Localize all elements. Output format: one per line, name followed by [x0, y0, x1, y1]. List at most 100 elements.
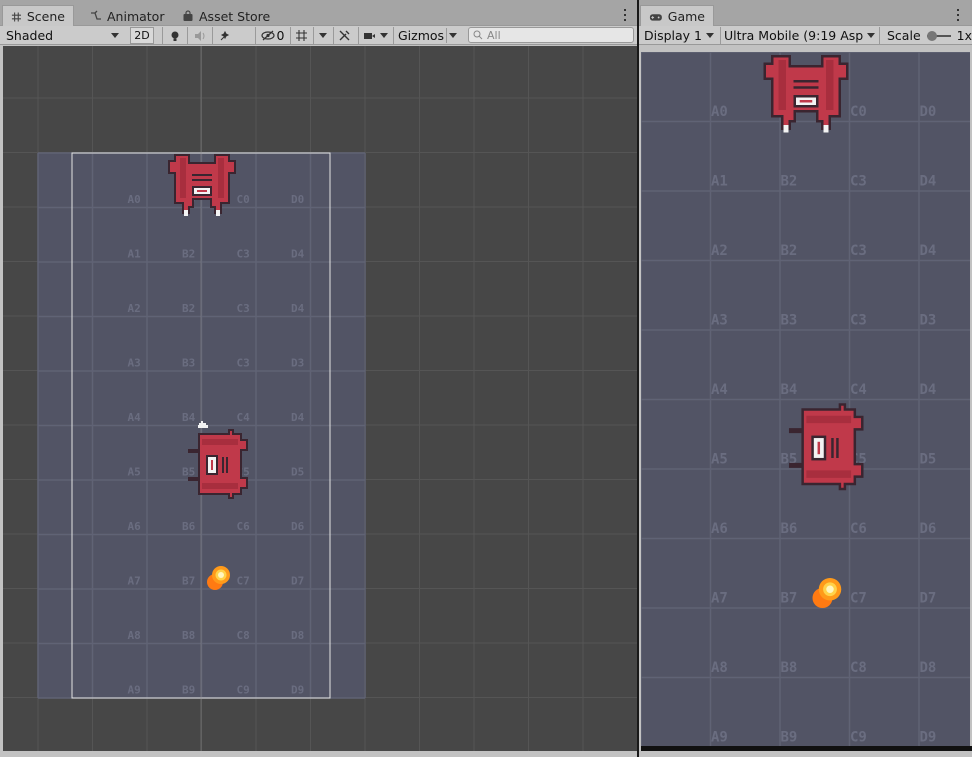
- grid-cell-label: C3: [850, 243, 867, 259]
- effects-dropdown[interactable]: [212, 27, 238, 44]
- grid-cell-label: D4: [920, 243, 937, 259]
- grid-cell-label: D5: [920, 452, 937, 468]
- grid-cell-label: B2: [781, 174, 798, 190]
- grid-cell-label: C7: [237, 575, 250, 588]
- player-ship-sprite[interactable]: [184, 429, 250, 501]
- grid-cell-label: D4: [920, 382, 937, 398]
- game-panel-menu-icon[interactable]: [956, 9, 960, 21]
- grid-cell-label: C3: [237, 357, 250, 370]
- grid-cell-label: C8: [850, 660, 867, 676]
- scene-panel: Scene Animator Asset Store Shaded 2D 0 G…: [0, 0, 637, 757]
- grid-cell-label: C3: [850, 174, 867, 190]
- grid-cell-label: A5: [711, 452, 728, 468]
- camera-icon: [364, 32, 375, 39]
- grid-cell-label: B3: [781, 313, 798, 329]
- game-panel: Game Display 1 Ultra Mobile (9:19 Aspect…: [639, 0, 972, 757]
- grid-cell-label: C4: [237, 411, 251, 424]
- effects-icon: [220, 30, 230, 40]
- grid-cell-label: A8: [128, 629, 141, 642]
- grid-cell-label: D6: [291, 520, 305, 533]
- grid-cell-label: A2: [711, 243, 728, 259]
- tab-asset-store-label: Asset Store: [199, 8, 271, 24]
- scale-value: 1x: [956, 28, 972, 43]
- grid-cell-label: C9: [237, 684, 250, 697]
- grid-cell-label: C3: [237, 248, 250, 261]
- enemy-ship-sprite: [763, 55, 849, 133]
- grid-cell-label: A6: [128, 520, 142, 533]
- tab-game[interactable]: Game: [640, 5, 714, 27]
- grid-cell-label: D7: [291, 575, 304, 588]
- grid-cell-label: B4: [182, 411, 196, 424]
- gizmos-label: Gizmos: [398, 28, 445, 43]
- grid-snap-icon: [296, 30, 307, 41]
- grid-cell-label: A8: [711, 660, 728, 676]
- gizmos-dropdown[interactable]: Gizmos: [393, 27, 460, 44]
- tab-scene-label: Scene: [26, 9, 65, 24]
- tab-scene[interactable]: Scene: [2, 5, 74, 27]
- draw-mode-label: Shaded: [6, 28, 54, 43]
- grid-cell-label: A1: [711, 174, 728, 190]
- display-label: Display 1: [644, 28, 703, 43]
- game-viewport[interactable]: A0B0C0D0A1B2C3D4A2B2C3D4A3B3C3D3A4B4C4D4…: [641, 52, 970, 746]
- draw-mode-dropdown[interactable]: Shaded: [0, 27, 125, 44]
- game-tabbar: Game: [639, 0, 972, 27]
- lighting-toggle-button[interactable]: [162, 27, 186, 44]
- grid-cell-label: A1: [128, 248, 142, 261]
- grid-cell-label: D4: [291, 411, 305, 424]
- animator-icon: [91, 10, 101, 20]
- grid-cell-label: B2: [781, 243, 798, 259]
- grid-snap-button[interactable]: [290, 27, 312, 44]
- audio-toggle-button[interactable]: [187, 27, 211, 44]
- wrench-icon: [339, 30, 350, 41]
- scene-grid: A0B0C0D0A1B2C3D4A2B2C3D4A3B3C3D3A4B4C4D4…: [3, 46, 637, 751]
- grid-icon: [11, 11, 21, 22]
- smoke-particle: [198, 421, 208, 428]
- hidden-eye-icon: [260, 30, 275, 41]
- grid-cell-label: B8: [182, 629, 195, 642]
- aspect-label: Ultra Mobile (9:19 Aspect): [724, 28, 864, 43]
- scale-slider-thumb[interactable]: [926, 30, 937, 41]
- grid-cell-label: C9: [850, 730, 867, 746]
- scene-tabbar: Scene Animator Asset Store: [0, 0, 637, 27]
- camera-dropdown[interactable]: [358, 27, 392, 44]
- grid-cell-label: D3: [291, 357, 304, 370]
- aspect-dropdown[interactable]: Ultra Mobile (9:19 Aspect): [720, 27, 878, 44]
- grid-cell-label: A5: [128, 466, 141, 479]
- grid-cell-label: B6: [781, 521, 798, 537]
- grid-cell-label: A3: [711, 313, 728, 329]
- grid-cell-label: B2: [182, 302, 195, 315]
- chevron-down-icon: [867, 33, 875, 38]
- grid-cell-label: D4: [291, 248, 305, 261]
- 2d-toggle-button[interactable]: 2D: [130, 27, 154, 44]
- chevron-down-icon: [318, 33, 327, 38]
- grid-cell-label: B7: [182, 575, 195, 588]
- grid-cell-label: A4: [128, 411, 142, 424]
- grid-snap-dropdown[interactable]: [313, 27, 331, 44]
- grid-cell-label: A7: [711, 591, 728, 607]
- scene-panel-menu-icon[interactable]: [623, 9, 627, 21]
- tab-animator-label: Animator: [107, 8, 165, 24]
- hidden-count: 0: [276, 28, 285, 43]
- scene-visibility-toggle[interactable]: 0: [255, 27, 289, 44]
- 2d-toggle-label: 2D: [134, 29, 150, 42]
- game-toolbar: Display 1 Ultra Mobile (9:19 Aspect) Sca…: [639, 26, 972, 45]
- grid-cell-label: A0: [128, 193, 141, 206]
- grid-cell-label: D4: [920, 174, 937, 190]
- game-grid: A0B0C0D0A1B2C3D4A2B2C3D4A3B3C3D3A4B4C4D4…: [641, 52, 970, 746]
- player-ship-sprite: [788, 403, 864, 491]
- scale-control[interactable]: Scale 1x: [879, 27, 972, 44]
- scene-viewport[interactable]: A0B0C0D0A1B2C3D4A2B2C3D4A3B3C3D3A4B4C4D4…: [3, 46, 637, 751]
- display-dropdown[interactable]: Display 1: [639, 27, 719, 44]
- fireball-projectile[interactable]: [201, 562, 233, 594]
- grid-cell-label: D9: [920, 730, 937, 746]
- gamepad-icon: [649, 13, 662, 21]
- scene-search-input[interactable]: All: [468, 27, 634, 43]
- scale-slider[interactable]: [926, 30, 951, 41]
- enemy-ship-sprite[interactable]: [164, 154, 240, 218]
- tab-animator[interactable]: Animator: [82, 6, 172, 26]
- grid-cell-label: B3: [182, 357, 195, 370]
- grid-cell-label: D8: [920, 660, 937, 676]
- grid-cell-label: A0: [711, 104, 728, 120]
- tools-button[interactable]: [333, 27, 355, 44]
- tab-asset-store[interactable]: Asset Store: [174, 6, 278, 26]
